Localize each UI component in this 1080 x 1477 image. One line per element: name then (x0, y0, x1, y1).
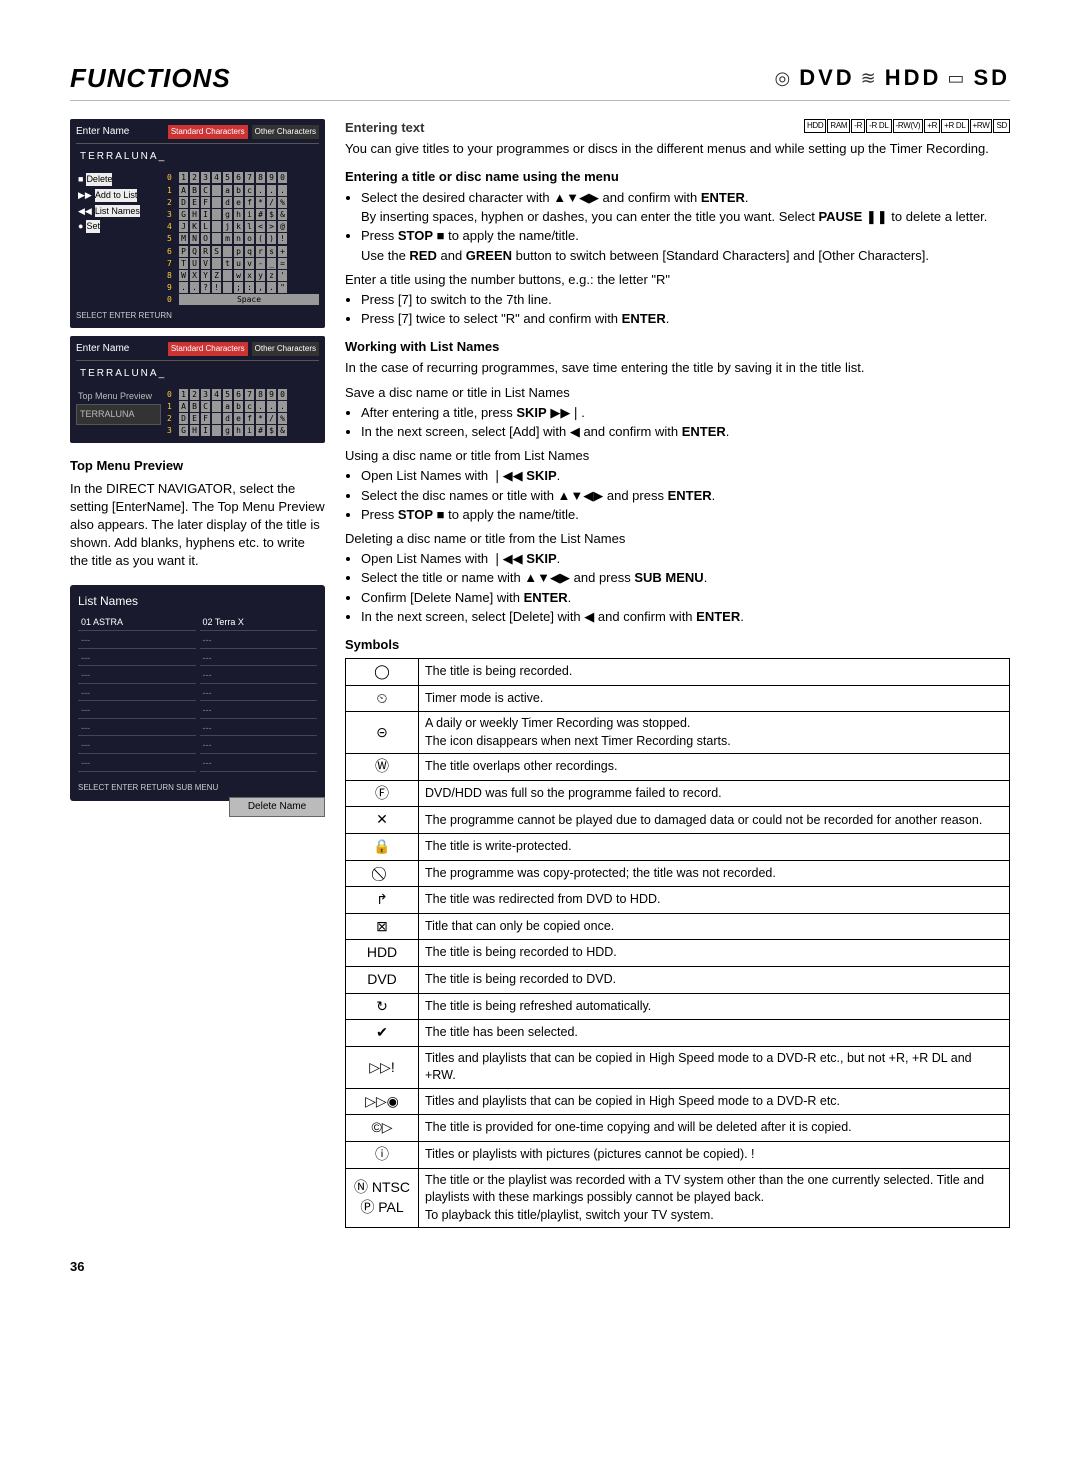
sec2-intro: Enter a title using the number buttons, … (345, 271, 1010, 289)
tab-standard[interactable]: Standard Characters (168, 342, 248, 356)
sec3b-list: Open List Names with ❘◀◀ SKIP.Select the… (345, 467, 1010, 524)
list-names-footer: SELECT ENTER RETURN SUB MENU (78, 782, 317, 793)
symbols-heading: Symbols (345, 636, 1010, 654)
osd-add[interactable]: ▶▶ Add to List (76, 188, 161, 203)
page-number: 36 (70, 1258, 1010, 1276)
osd-title: Enter Name (76, 125, 129, 139)
hdd-stack-icon: ≋ (861, 66, 879, 91)
sec1-heading: Entering a title or disc name using the … (345, 168, 1010, 186)
sec3-heading: Working with List Names (345, 338, 1010, 356)
pv-box: TERRALUNA (76, 404, 161, 425)
sec3a-heading: Save a disc name or title in List Names (345, 384, 1010, 402)
media-dvd: DVD (799, 63, 854, 94)
page-title: FUNCTIONS (70, 60, 231, 96)
media-sd: SD (973, 63, 1010, 94)
sec1-list: Select the desired character with ▲▼◀▶ a… (345, 189, 1010, 265)
format-badges: HDDRAM-R-R DL-RW(V)+R+R DL+RWSD (804, 119, 1010, 133)
media-hdd: HDD (885, 63, 942, 94)
entering-text-heading: Entering text (345, 119, 424, 137)
top-menu-preview-text: In the DIRECT NAVIGATOR, select the sett… (70, 480, 325, 571)
page-header: FUNCTIONS ◎DVD ≋HDD ▭SD (70, 60, 1010, 101)
osd-enter-name: Enter Name Standard Characters Other Char… (70, 119, 325, 327)
sec3-intro: In the case of recurring programmes, sav… (345, 359, 1010, 377)
osd-enter-name-preview: Enter Name Standard Characters Other Char… (70, 336, 325, 444)
osd-current-text: TERRALUNA_ (76, 365, 319, 383)
osd-title: Enter Name (76, 342, 129, 356)
sd-card-icon: ▭ (947, 66, 967, 91)
tab-standard[interactable]: Standard Characters (168, 125, 248, 139)
delete-name-button[interactable]: Delete Name (229, 797, 325, 817)
symbols-table: ◯The title is being recorded.⏲Timer mode… (345, 658, 1010, 1228)
osd-listnames[interactable]: ◀◀ List Names (76, 204, 161, 219)
sec3a-list: After entering a title, press SKIP ▶▶❘.I… (345, 404, 1010, 441)
osd-char-grid[interactable]: 012345678901ABC abc...2DEF def*/%3GHI gh… (167, 172, 319, 306)
list-names-panel: List Names 01 ASTRA02 Terra X-----------… (70, 585, 325, 801)
pv-caption: Top Menu Preview (76, 389, 161, 404)
list-names-rows[interactable]: 01 ASTRA02 Terra X----------------------… (78, 615, 317, 771)
sec2-list: Press [7] to switch to the 7th line.Pres… (345, 291, 1010, 328)
osd-current-text: TERRALUNA_ (76, 148, 319, 166)
tab-other[interactable]: Other Characters (252, 125, 319, 139)
top-menu-preview-heading: Top Menu Preview (70, 457, 325, 475)
list-names-title: List Names (78, 593, 317, 610)
osd-set[interactable]: ● Set (76, 219, 161, 234)
sec3b-heading: Using a disc name or title from List Nam… (345, 447, 1010, 465)
dvd-disc-icon: ◎ (774, 66, 793, 91)
osd-menu: ■ Delete ▶▶ Add to List ◀◀ List Names ● … (76, 172, 161, 306)
intro-text: You can give titles to your programmes o… (345, 140, 1010, 158)
osd-delete[interactable]: ■ Delete (76, 172, 161, 187)
sec3c-heading: Deleting a disc name or title from the L… (345, 530, 1010, 548)
media-icons: ◎DVD ≋HDD ▭SD (774, 63, 1010, 94)
osd-footer: SELECT ENTER RETURN (76, 310, 319, 321)
tab-other[interactable]: Other Characters (252, 342, 319, 356)
osd-char-grid[interactable]: 012345678901ABC abc...2DEF def*/%3GHI gh… (167, 389, 319, 438)
sec3c-list: Open List Names with ❘◀◀ SKIP.Select the… (345, 550, 1010, 626)
